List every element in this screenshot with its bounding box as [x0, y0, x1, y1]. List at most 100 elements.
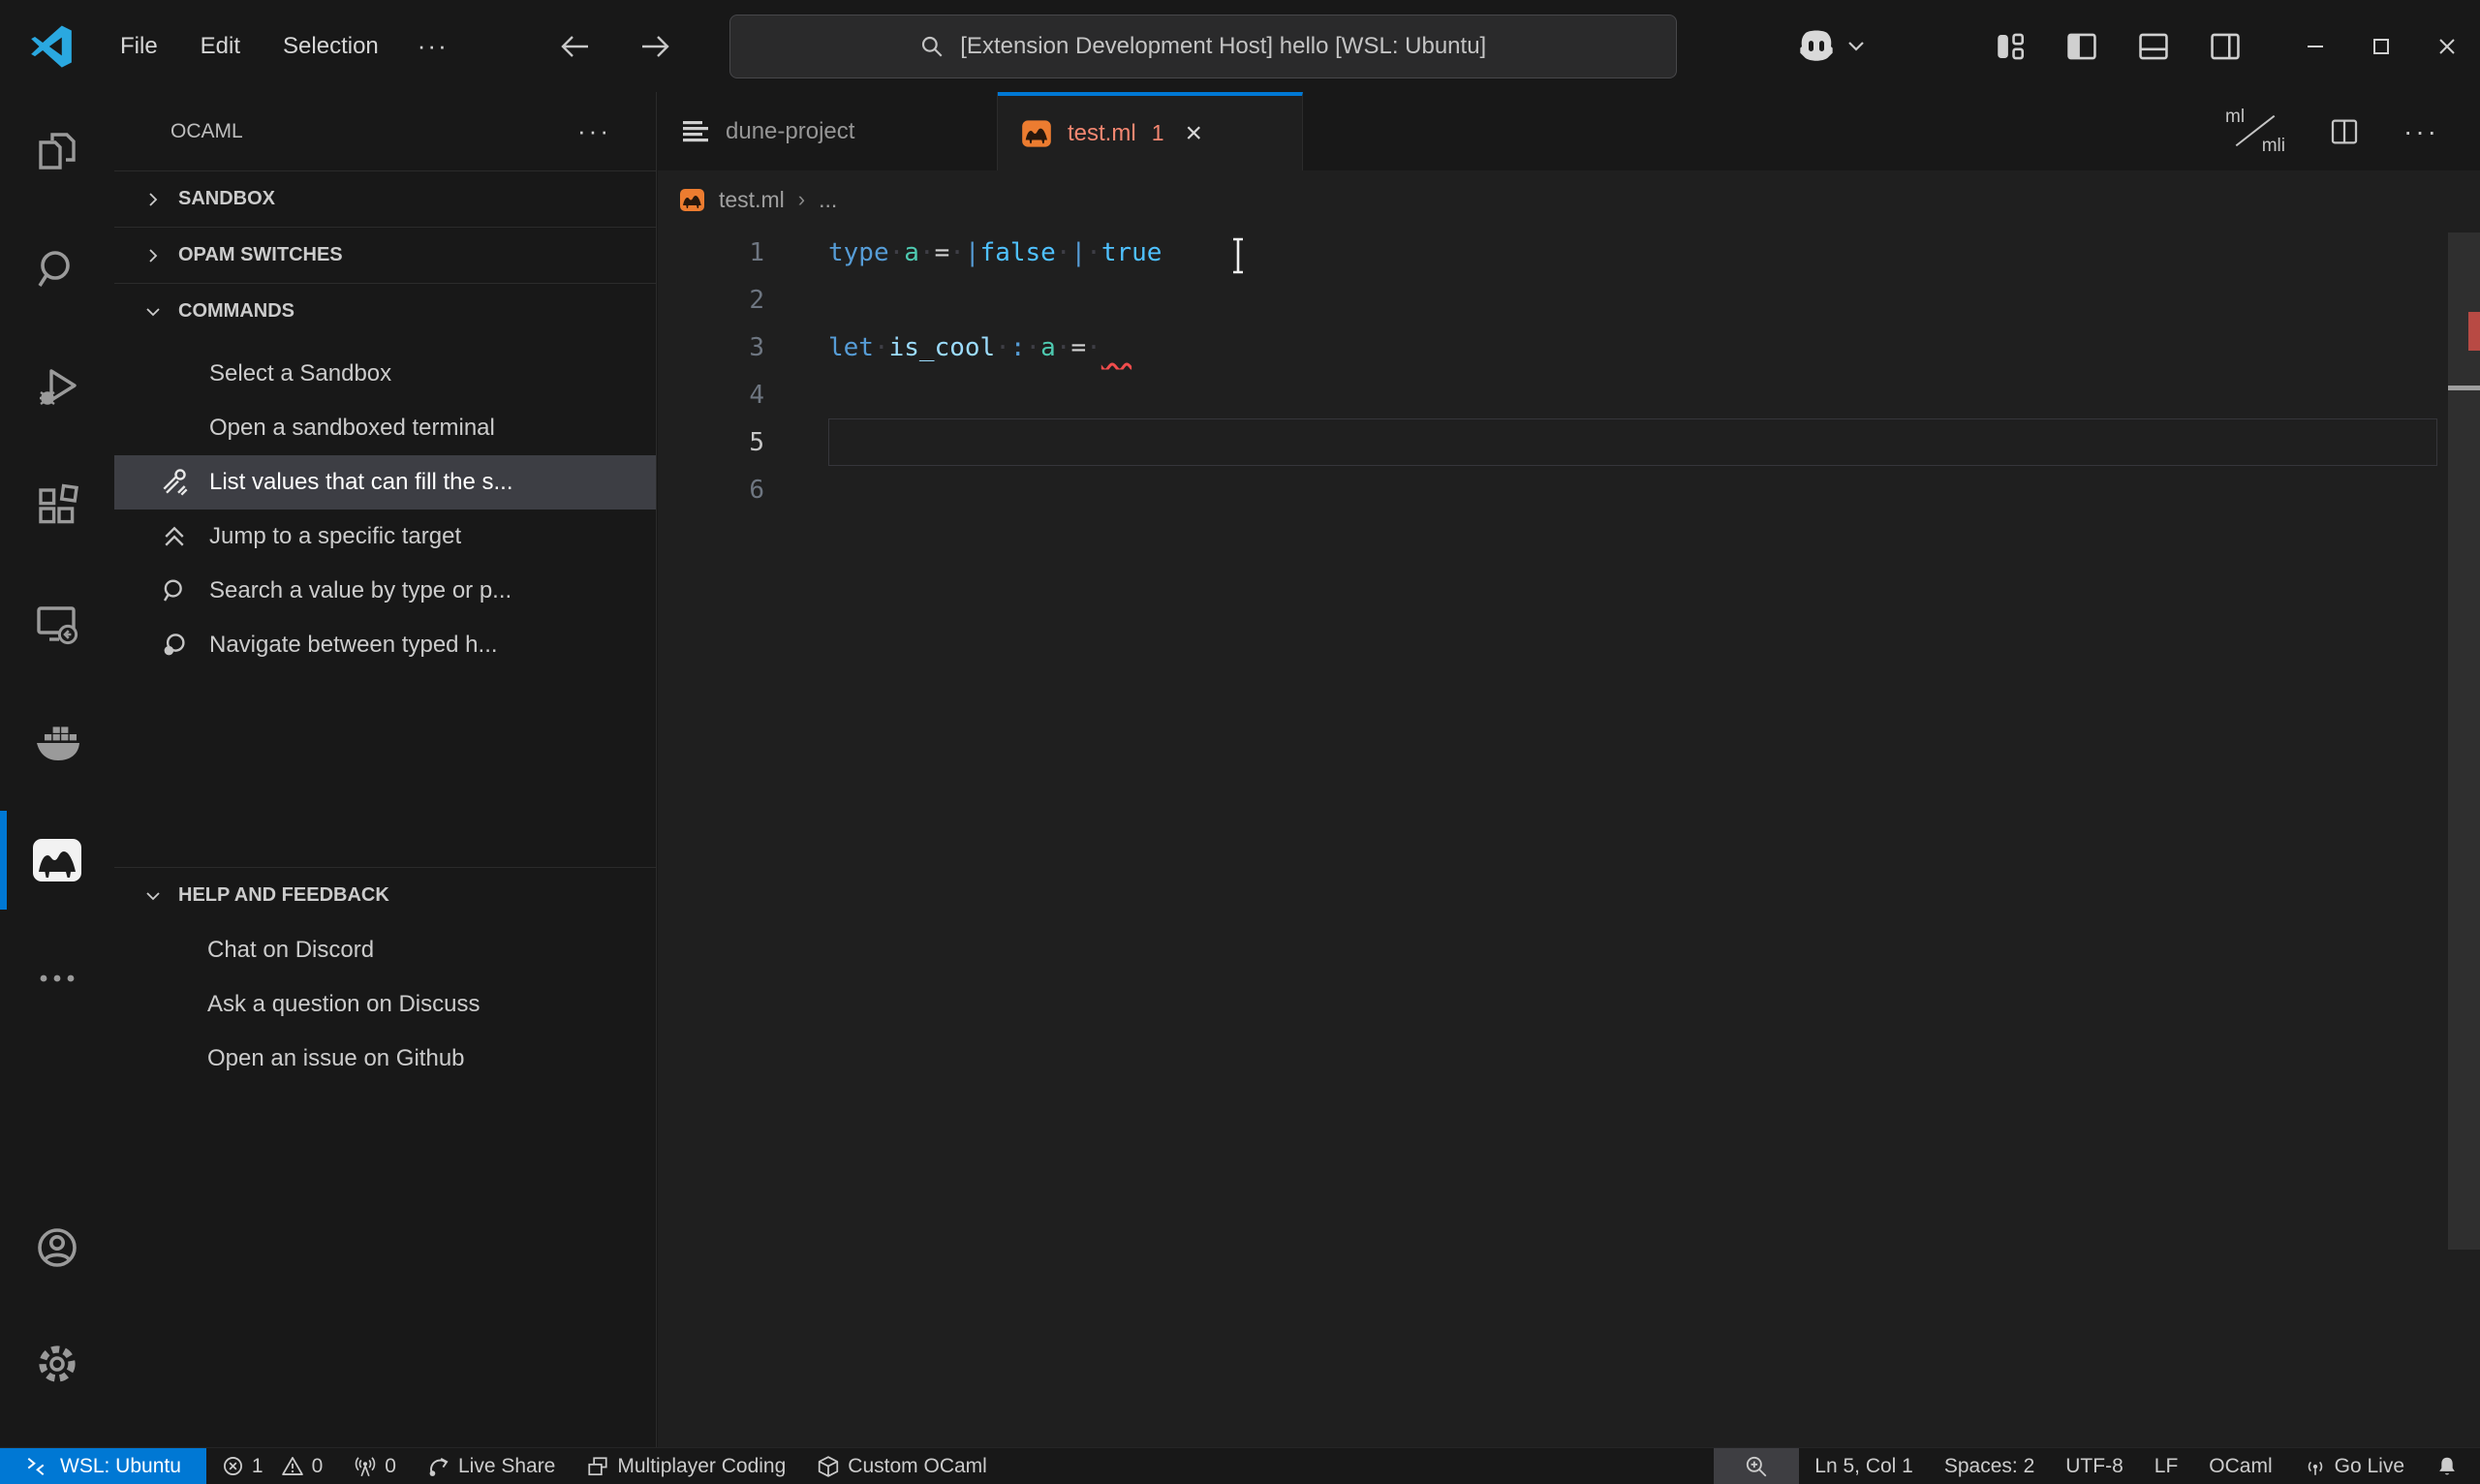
- line-number: 2: [749, 285, 764, 315]
- problems-indicator[interactable]: 1 0: [206, 1448, 338, 1484]
- chevron-right-icon: [149, 248, 158, 263]
- custom-ocaml-label: Custom OCaml: [848, 1454, 987, 1477]
- command-jump-target[interactable]: Jump to a specific target: [114, 510, 656, 564]
- command-label: Open a sandboxed terminal: [209, 415, 495, 441]
- tab-close-icon[interactable]: ×: [1185, 117, 1202, 150]
- encoding-label: UTF-8: [2065, 1454, 2124, 1477]
- toggle-secondary-sidebar-icon[interactable]: [2207, 30, 2244, 63]
- breadcrumb-symbol[interactable]: ...: [819, 187, 837, 213]
- maximize-button[interactable]: [2348, 0, 2414, 92]
- no-icon: [153, 357, 196, 390]
- activity-search[interactable]: [0, 210, 114, 328]
- menu-overflow[interactable]: ···: [404, 23, 462, 69]
- search-icon: [922, 36, 943, 57]
- files-icon: [39, 133, 76, 170]
- editor-scrollbar[interactable]: [2448, 232, 2480, 1250]
- zoom-in-button[interactable]: [1714, 1448, 1800, 1484]
- title-bar: File Edit Selection ··· [Extension Devel…: [0, 0, 2480, 92]
- toggle-panel-icon[interactable]: [2135, 30, 2172, 63]
- custom-ocaml-button[interactable]: Custom OCaml: [801, 1448, 1003, 1484]
- no-icon: [153, 412, 196, 445]
- eol-indicator[interactable]: LF: [2139, 1448, 2194, 1484]
- ports-indicator[interactable]: 0: [338, 1448, 412, 1484]
- ml-mli-switch-button[interactable]: ml mli: [2225, 107, 2285, 157]
- split-editor-icon[interactable]: [2328, 116, 2361, 147]
- layout-controls: [1992, 30, 2244, 63]
- code-line-2: 2: [658, 276, 2480, 324]
- search-icon: [153, 574, 196, 607]
- activity-remote-explorer[interactable]: [0, 565, 114, 683]
- sidebar-header: OCAML ···: [114, 92, 656, 170]
- activity-docker[interactable]: [0, 683, 114, 801]
- activity-ocaml[interactable]: [0, 801, 114, 919]
- command-navigate-holes[interactable]: Navigate between typed h...: [114, 618, 656, 672]
- section-opam-switches[interactable]: OPAM SWITCHES: [114, 227, 656, 283]
- close-window-button[interactable]: [2414, 0, 2480, 92]
- language-mode[interactable]: OCaml: [2193, 1448, 2287, 1484]
- live-share-button[interactable]: Live Share: [412, 1448, 571, 1484]
- menu-edit[interactable]: Edit: [183, 25, 258, 68]
- encoding-indicator[interactable]: UTF-8: [2050, 1448, 2139, 1484]
- account-icon: [38, 1228, 77, 1267]
- activity-bar-bottom: [0, 1190, 114, 1447]
- code-line-5-current: 5: [658, 418, 2480, 466]
- multiplayer-coding-button[interactable]: Multiplayer Coding: [571, 1448, 801, 1484]
- line-content: type · a · = · | false · | · true: [828, 237, 1162, 267]
- bell-icon: [2439, 1457, 2455, 1474]
- tab-test-ml[interactable]: test.ml 1 ×: [998, 92, 1303, 170]
- indentation-indicator[interactable]: Spaces: 2: [1929, 1448, 2050, 1484]
- go-live-button[interactable]: Go Live: [2288, 1448, 2420, 1484]
- sidebar-title: OCAML: [170, 119, 243, 142]
- line-number: 6: [749, 475, 764, 505]
- copilot-icon: [1800, 30, 1833, 61]
- section-help-feedback[interactable]: HELP AND FEEDBACK: [114, 867, 656, 923]
- help-ask-discuss[interactable]: Ask a question on Discuss: [114, 977, 656, 1032]
- activity-more[interactable]: [0, 919, 114, 1037]
- notifications-bell[interactable]: [2420, 1448, 2480, 1484]
- title-bar-right: [1796, 0, 2480, 92]
- ellipsis-icon: [40, 974, 75, 982]
- extensions-icon: [39, 483, 78, 524]
- tab-dune-project[interactable]: dune-project: [658, 92, 998, 170]
- sidebar-more-actions[interactable]: ···: [577, 116, 611, 146]
- tools-icon: [153, 466, 196, 499]
- editor-more-actions[interactable]: ···: [2403, 116, 2439, 147]
- activity-extensions[interactable]: [0, 447, 114, 565]
- command-open-terminal[interactable]: Open a sandboxed terminal: [114, 401, 656, 455]
- cursor-position[interactable]: Ln 5, Col 1: [1799, 1448, 1929, 1484]
- help-open-issue-github[interactable]: Open an issue on Github: [114, 1032, 656, 1086]
- command-search-value[interactable]: Search a value by type or p...: [114, 564, 656, 618]
- line-number: 3: [749, 332, 764, 362]
- remote-indicator[interactable]: WSL: Ubuntu: [0, 1448, 206, 1484]
- line-number: 1: [749, 237, 764, 267]
- remote-explorer-icon: [37, 606, 78, 645]
- breadcrumb-separator-icon: ›: [797, 187, 806, 211]
- editor-group: dune-project test.ml 1 × ml mli ··· test…: [658, 92, 2480, 1447]
- settings-button[interactable]: [0, 1306, 114, 1422]
- back-arrow-icon[interactable]: [559, 33, 592, 60]
- activity-run-debug[interactable]: [0, 328, 114, 447]
- section-label: COMMANDS: [178, 300, 294, 322]
- menu-selection[interactable]: Selection: [265, 25, 396, 68]
- command-select-sandbox[interactable]: Select a Sandbox: [114, 347, 656, 401]
- line-number: 4: [749, 380, 764, 410]
- forward-arrow-icon[interactable]: [638, 33, 671, 60]
- accounts-button[interactable]: [0, 1190, 114, 1306]
- breadcrumb-file[interactable]: test.ml: [719, 187, 785, 213]
- activity-explorer[interactable]: [0, 92, 114, 210]
- customize-layout-icon[interactable]: [1992, 30, 2029, 63]
- camel-file-icon: [680, 188, 704, 211]
- code-editor[interactable]: 1 type · a · = · | false · | · true 2 3 let · is_cool…: [658, 229, 2480, 1447]
- copilot-menu[interactable]: [1796, 27, 1866, 66]
- command-center-search[interactable]: [Extension Development Host] hello [WSL:…: [728, 14, 1677, 78]
- toggle-primary-sidebar-icon[interactable]: [2063, 30, 2100, 63]
- live-share-icon: [429, 1457, 449, 1476]
- minimize-button[interactable]: [2282, 0, 2348, 92]
- help-chat-discord[interactable]: Chat on Discord: [114, 923, 656, 977]
- run-debug-icon: [40, 369, 77, 405]
- section-sandbox[interactable]: SANDBOX: [114, 170, 656, 227]
- command-list-values[interactable]: List values that can fill the s...: [114, 455, 656, 510]
- code-line-3: 3 let · is_cool ·: · a · = ·: [658, 324, 2480, 371]
- section-commands[interactable]: COMMANDS: [114, 283, 656, 339]
- menu-file[interactable]: File: [103, 25, 175, 68]
